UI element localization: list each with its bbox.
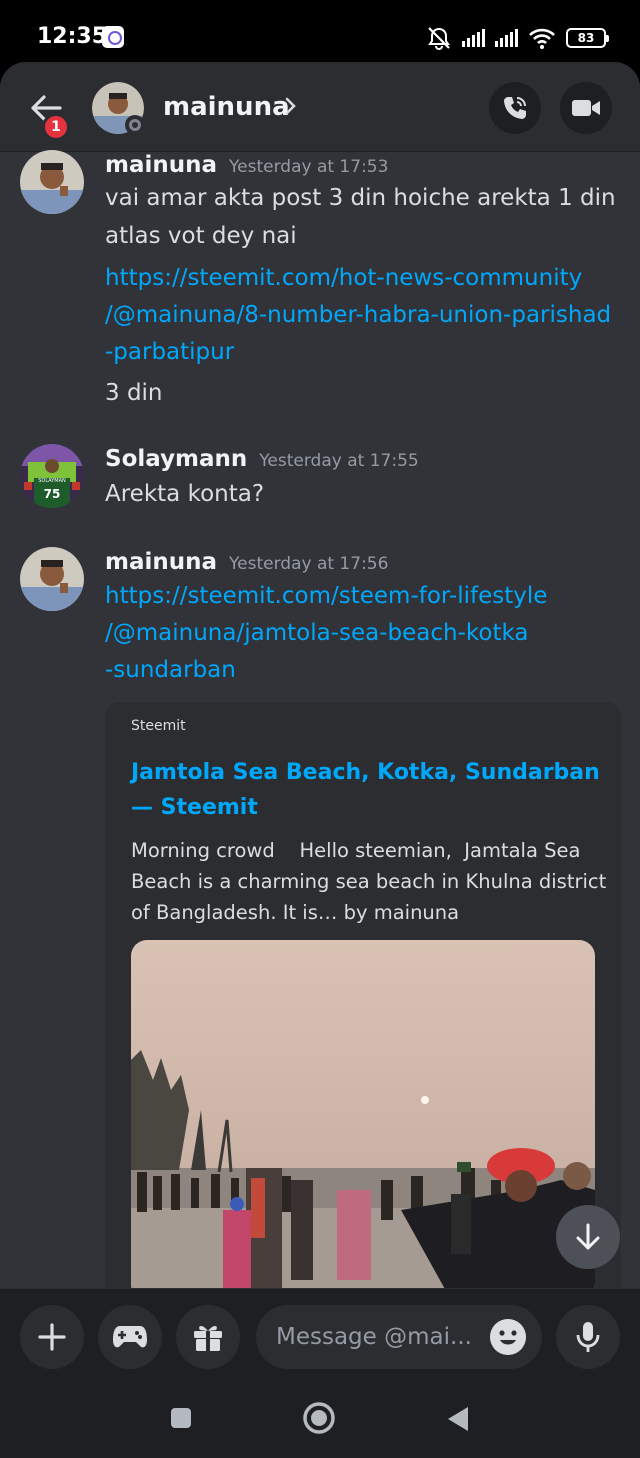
wifi-icon (529, 28, 555, 49)
timestamp: Yesterday at 17:53 (229, 157, 389, 177)
gift-button[interactable] (176, 1305, 240, 1369)
embed-description: Morning crowd Hello steemian, Jamtala Se… (131, 839, 613, 924)
microphone-icon (576, 1322, 600, 1352)
avatar[interactable]: SOLAYMAN 75 (20, 444, 84, 508)
message-text: vai amar akta post 3 din hoiche arekta 1… (105, 185, 616, 211)
message-text: atlas vot dey nai (105, 223, 297, 249)
channel-header: 1 mainuna (0, 62, 640, 152)
status-icons: 83 (426, 26, 609, 50)
link-embed[interactable]: Steemit Jamtola Sea Beach, Kotka, Sundar… (105, 702, 621, 1362)
add-attachment-button[interactable] (20, 1305, 84, 1369)
message-link[interactable]: https://steemit.com/steem-for-lifestyle (105, 583, 547, 609)
app-notification-icon (102, 26, 124, 48)
embed-title[interactable]: Jamtola Sea Beach, Kotka, Sundarban — St… (131, 755, 611, 825)
plus-icon (38, 1323, 66, 1351)
phone-icon (504, 97, 526, 119)
home-icon[interactable] (302, 1401, 336, 1435)
message-composer (0, 1288, 640, 1458)
recents-icon[interactable] (170, 1407, 192, 1429)
avatar[interactable] (20, 547, 84, 611)
status-offline-icon (125, 115, 145, 135)
avatar-badge-text: SOLAYMAN (38, 478, 66, 484)
message-header: mainuna Yesterday at 17:53 (105, 152, 388, 178)
back-nav-icon[interactable] (446, 1405, 470, 1433)
timestamp: Yesterday at 17:56 (229, 554, 389, 574)
status-time: 12:35 (37, 24, 108, 49)
video-camera-icon (572, 100, 600, 116)
message-link[interactable]: /@mainuna/8-number-habra-union-parishad (105, 302, 611, 328)
author-name[interactable]: mainuna (105, 152, 217, 178)
battery-indicator: 83 (566, 28, 609, 48)
activities-button[interactable] (98, 1305, 162, 1369)
embed-provider[interactable]: Steemit (131, 718, 186, 734)
signal-icon (462, 29, 485, 47)
page-title[interactable]: mainuna (163, 92, 290, 122)
avatar-badge-number: 75 (44, 487, 61, 501)
emoji-icon[interactable] (490, 1319, 526, 1355)
gamepad-icon (113, 1326, 147, 1348)
status-bar: 12:35 83 (0, 0, 640, 62)
jump-to-present-button[interactable] (556, 1205, 620, 1269)
message-link[interactable]: -parbatipur (105, 339, 234, 365)
message-text: Arekta konta? (105, 481, 265, 507)
message-link[interactable]: /@mainuna/jamtola-sea-beach-kotka (105, 620, 528, 646)
gift-icon (194, 1325, 222, 1351)
embed-image[interactable] (131, 940, 595, 1300)
arrow-down-icon (576, 1223, 600, 1250)
message-header: Solaymann Yesterday at 17:55 (105, 446, 419, 472)
author-name[interactable]: mainuna (105, 549, 217, 575)
voice-call-button[interactable] (489, 82, 541, 134)
voice-message-button[interactable] (556, 1305, 620, 1369)
video-call-button[interactable] (560, 82, 612, 134)
chevron-right-icon[interactable] (284, 96, 298, 116)
message-text: 3 din (105, 380, 163, 406)
timestamp: Yesterday at 17:55 (259, 451, 419, 471)
mute-icon (428, 27, 450, 50)
dm-screen: 1 mainuna mainuna Yesterday at 17:53 vai… (0, 62, 640, 1458)
message-link[interactable]: -sundarban (105, 657, 236, 683)
author-name[interactable]: Solaymann (105, 446, 247, 472)
signal-icon-2 (495, 29, 518, 47)
system-navigation-bar (0, 1401, 640, 1458)
message-header: mainuna Yesterday at 17:56 (105, 549, 388, 575)
unread-badge: 1 (42, 113, 70, 141)
avatar[interactable] (20, 150, 84, 214)
message-link[interactable]: https://steemit.com/hot-news-community (105, 265, 582, 291)
